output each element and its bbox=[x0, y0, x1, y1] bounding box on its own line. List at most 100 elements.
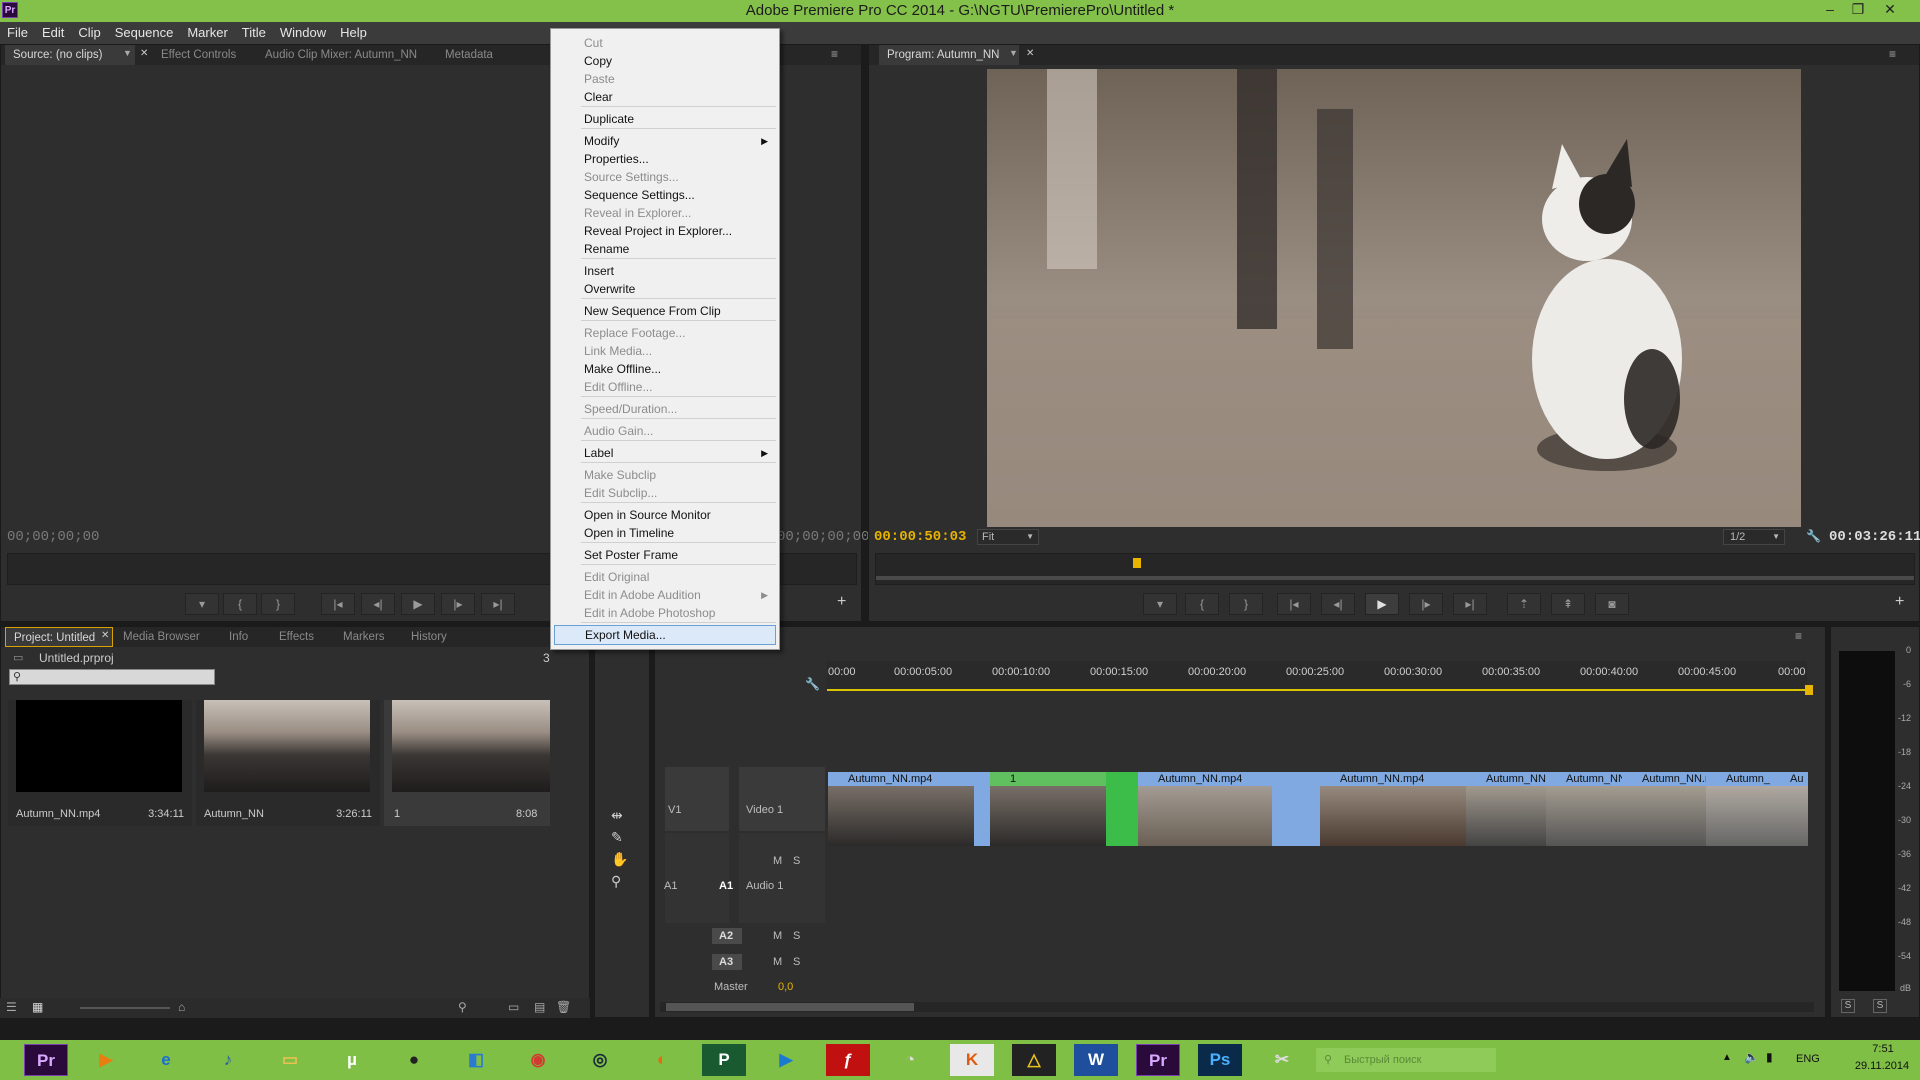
mute-button[interactable]: M bbox=[773, 930, 782, 942]
context-menu-item-sequence-settings[interactable]: Sequence Settings... bbox=[554, 185, 776, 205]
context-menu-item-properties[interactable]: Properties... bbox=[554, 149, 776, 169]
close-tab-icon[interactable]: ✕ bbox=[101, 630, 109, 641]
add-button-icon[interactable]: + bbox=[837, 593, 846, 611]
project-search-input[interactable]: ⚲ bbox=[9, 669, 215, 685]
context-menu-item-modify[interactable]: Modify ▶ bbox=[554, 131, 776, 151]
a2-target[interactable]: A2 bbox=[719, 930, 733, 942]
timeline-scrollbar[interactable] bbox=[660, 1002, 1814, 1012]
go-to-in-button[interactable]: |◂ bbox=[321, 593, 355, 615]
media-player-icon[interactable]: ▶ bbox=[84, 1044, 128, 1076]
premiere-taskbar-icon[interactable]: Pr bbox=[24, 1044, 68, 1076]
context-menu-item-insert[interactable]: Insert bbox=[554, 261, 776, 281]
close-tab-icon[interactable]: ✕ bbox=[140, 48, 148, 59]
master-volume[interactable]: 0,0 bbox=[778, 981, 793, 993]
sort-icon[interactable]: ⌂ bbox=[178, 1000, 185, 1014]
flash-icon[interactable]: ƒ bbox=[826, 1044, 870, 1076]
tab-effects[interactable]: Effects bbox=[271, 627, 322, 647]
mark-in-button[interactable]: { bbox=[1185, 593, 1219, 615]
language-indicator[interactable]: ENG bbox=[1796, 1053, 1820, 1065]
solo-left-button[interactable]: S bbox=[1841, 999, 1855, 1013]
menu-sequence[interactable]: Sequence bbox=[108, 22, 181, 44]
context-menu-item-link-media[interactable]: Link Media... bbox=[554, 341, 776, 361]
context-menu-item-source-settings[interactable]: Source Settings... bbox=[554, 167, 776, 187]
timeline-clip[interactable]: Autumn_NN. bbox=[1546, 772, 1622, 846]
mark-out-button[interactable]: } bbox=[1229, 593, 1263, 615]
menu-edit[interactable]: Edit bbox=[35, 22, 71, 44]
step-back-button[interactable]: ◂| bbox=[361, 593, 395, 615]
export-frame-button[interactable]: ◙ bbox=[1595, 593, 1629, 615]
ie-browser-icon[interactable]: e bbox=[144, 1044, 188, 1076]
timeline-clip[interactable]: Autumn_NN.mp4 bbox=[828, 772, 974, 846]
resolution-dropdown[interactable]: 1/2 ▼ bbox=[1723, 529, 1785, 545]
solo-button[interactable]: S bbox=[793, 956, 800, 968]
playhead-marker[interactable] bbox=[1805, 685, 1813, 695]
scissors-app-icon[interactable]: ✂ bbox=[1260, 1044, 1304, 1076]
mute-button[interactable]: M bbox=[773, 956, 782, 968]
network-icon[interactable]: ▮ bbox=[1766, 1050, 1773, 1064]
add-marker-button[interactable]: ▾ bbox=[1143, 593, 1177, 615]
dropdown-arrow-icon[interactable]: ▼ bbox=[123, 48, 132, 58]
panel-menu-icon[interactable]: ≡ bbox=[1795, 629, 1802, 643]
search-icon[interactable]: ⚲ bbox=[458, 1000, 467, 1014]
tray-expand-icon[interactable]: ▲ bbox=[1722, 1052, 1732, 1063]
panel-menu-icon[interactable]: ≡ bbox=[1889, 47, 1896, 61]
tab-markers[interactable]: Markers bbox=[335, 627, 393, 647]
step-forward-button[interactable]: |▸ bbox=[441, 593, 475, 615]
new-item-icon[interactable]: ▤ bbox=[534, 1000, 545, 1014]
play-button[interactable]: ▶ bbox=[1365, 593, 1399, 615]
context-menu-item-replace-footage[interactable]: Replace Footage... bbox=[554, 323, 776, 343]
mark-out-button[interactable]: } bbox=[261, 593, 295, 615]
context-menu-item-duplicate[interactable]: Duplicate bbox=[554, 109, 776, 129]
hand-tool-icon[interactable]: ✋ bbox=[611, 851, 628, 868]
context-menu-item-edit-in-adobe-photoshop[interactable]: Edit in Adobe Photoshop bbox=[554, 603, 776, 623]
close-button[interactable]: ✕ bbox=[1878, 1, 1902, 18]
play-button[interactable]: ▶ bbox=[401, 593, 435, 615]
step-forward-button[interactable]: |▸ bbox=[1409, 593, 1443, 615]
program-timecode[interactable]: 00:00:50:03 bbox=[874, 529, 966, 545]
quick-search-input[interactable]: ⚲ Быстрый поиск bbox=[1316, 1048, 1496, 1072]
panel-menu-icon[interactable]: ≡ bbox=[831, 47, 838, 61]
tab-project[interactable]: Project: Untitled bbox=[5, 627, 113, 647]
new-bin-icon[interactable]: ▭ bbox=[508, 1000, 519, 1014]
go-to-out-button[interactable]: ▸| bbox=[1453, 593, 1487, 615]
context-menu-item-copy[interactable]: Copy bbox=[554, 51, 776, 71]
slide-tool-icon[interactable]: ⇹ bbox=[611, 807, 623, 824]
app-icon[interactable]: ● bbox=[392, 1044, 436, 1076]
context-menu-item-edit-in-adobe-audition[interactable]: Edit in Adobe Audition ▶ bbox=[554, 585, 776, 605]
add-marker-button[interactable]: ▾ bbox=[185, 593, 219, 615]
context-menu-item-make-offline[interactable]: Make Offline... bbox=[554, 359, 776, 379]
list-view-icon[interactable]: ☰ bbox=[6, 1000, 17, 1014]
menu-file[interactable]: File bbox=[0, 22, 35, 44]
wrench-icon[interactable]: 🔧 bbox=[1806, 529, 1821, 543]
audio-app-icon[interactable]: ♪ bbox=[206, 1044, 250, 1076]
timeline-clip[interactable]: Autumn_NN.mp4 bbox=[1320, 772, 1466, 846]
context-menu-item-open-in-timeline[interactable]: Open in Timeline bbox=[554, 523, 776, 543]
menu-help[interactable]: Help bbox=[333, 22, 374, 44]
timeline-clip[interactable]: 1 bbox=[990, 772, 1106, 846]
context-menu-item-edit-original[interactable]: Edit Original bbox=[554, 567, 776, 587]
go-to-in-button[interactable]: |◂ bbox=[1277, 593, 1311, 615]
tab-history[interactable]: History bbox=[403, 627, 455, 647]
chrome-icon[interactable]: ◉ bbox=[516, 1044, 560, 1076]
v1-target[interactable]: V1 bbox=[668, 804, 681, 816]
zoom-slider[interactable] bbox=[80, 1007, 170, 1009]
context-menu-item-clear[interactable]: Clear bbox=[554, 87, 776, 107]
timeline-clip[interactable]: Au bbox=[1770, 772, 1808, 846]
context-menu-item-reveal-in-explorer[interactable]: Reveal in Explorer... bbox=[554, 203, 776, 223]
clock-time[interactable]: 7:51 bbox=[1852, 1043, 1914, 1055]
solo-right-button[interactable]: S bbox=[1873, 999, 1887, 1013]
mark-in-button[interactable]: { bbox=[223, 593, 257, 615]
a3-target[interactable]: A3 bbox=[719, 956, 733, 968]
clock-date[interactable]: 29.11.2014 bbox=[1844, 1060, 1920, 1072]
tab-program[interactable]: Program: Autumn_NN bbox=[879, 45, 1019, 65]
utorrent-icon[interactable]: µ bbox=[330, 1044, 374, 1076]
context-menu-item-export-media[interactable]: Export Media... bbox=[554, 625, 776, 645]
solo-button[interactable]: S bbox=[793, 855, 800, 867]
menu-marker[interactable]: Marker bbox=[180, 22, 234, 44]
timeline-clip[interactable]: Autumn_NN.mp4 bbox=[1138, 772, 1272, 846]
tab-media-browser[interactable]: Media Browser bbox=[115, 627, 208, 647]
add-button-icon[interactable]: + bbox=[1895, 593, 1904, 611]
ufo-app-icon[interactable]: ◔ bbox=[888, 1044, 932, 1076]
zoom-tool-icon[interactable]: ⚲ bbox=[611, 873, 621, 890]
transition[interactable] bbox=[1106, 772, 1138, 846]
